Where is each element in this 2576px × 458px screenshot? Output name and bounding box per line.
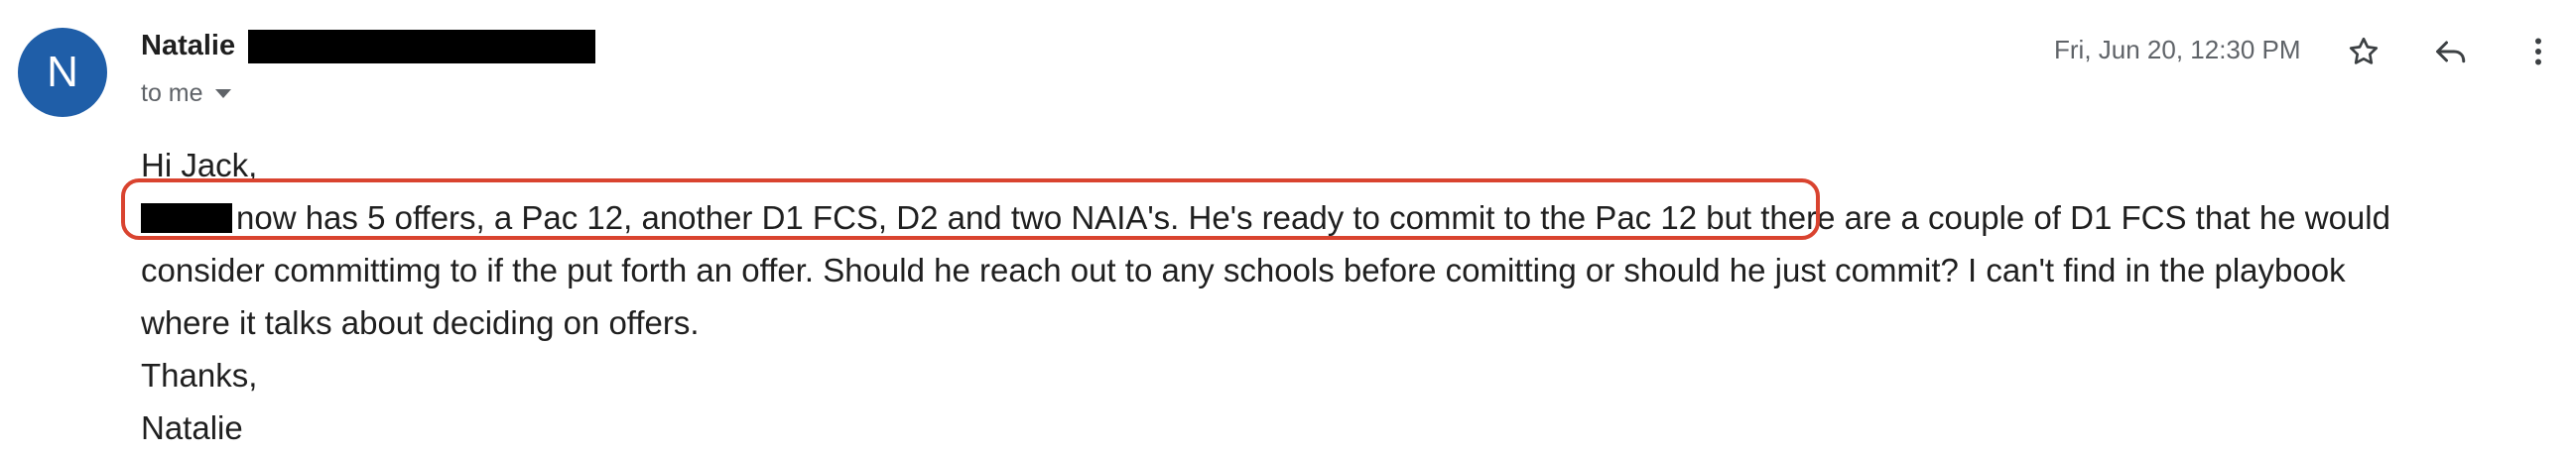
recipient-details-toggle[interactable]: to me [141,79,231,108]
body-line-3: where it talks about deciding on offers. [141,304,700,341]
message-date: Fri, Jun 20, 12:30 PM [2054,35,2301,64]
sender-name[interactable]: Natalie [141,30,235,62]
recipient-label: to me [141,79,203,107]
more-options-button[interactable] [2514,28,2562,75]
reply-button[interactable] [2427,28,2475,75]
signature-line: Natalie [141,409,243,446]
sender-avatar: N [18,28,107,117]
more-vert-icon [2535,38,2541,65]
closing-line: Thanks, [141,357,258,394]
body-line-2: consider committimg to if the put forth … [141,252,2346,288]
star-button[interactable] [2340,28,2387,75]
highlight-annotation [121,178,1820,240]
star-icon [2349,37,2379,64]
avatar-initial: N [47,48,78,96]
chevron-down-icon [214,89,231,98]
reply-icon [2436,41,2466,63]
redacted-sender-email [248,30,595,63]
